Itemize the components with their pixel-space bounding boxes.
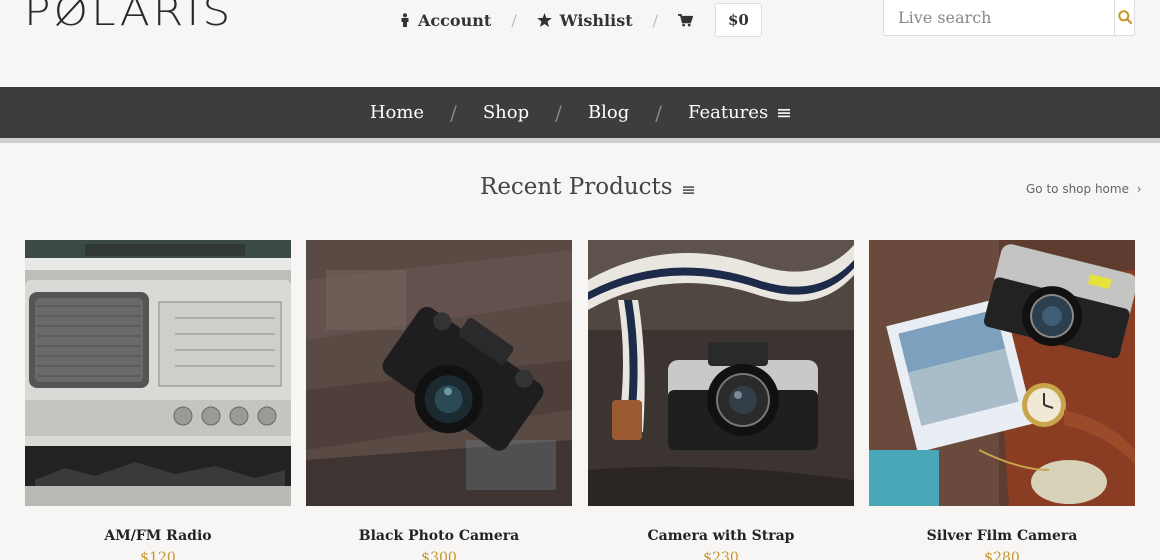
chevron-right-icon: › <box>1136 182 1142 196</box>
user-icon <box>401 13 409 27</box>
product-name[interactable]: Silver Film Camera <box>869 528 1135 544</box>
account-label: Account <box>418 10 492 30</box>
star-icon <box>536 13 552 27</box>
top-links: Account / Wishlist / $0 <box>400 0 762 40</box>
search-icon <box>1117 10 1132 24</box>
cart-link[interactable]: $0 <box>678 3 762 37</box>
product-name[interactable]: AM/FM Radio <box>25 528 291 544</box>
menu-icon <box>778 108 791 117</box>
product-price: $300 <box>421 550 457 560</box>
separator: / <box>511 10 517 30</box>
section-title-text: Recent Products <box>480 174 673 200</box>
product-name[interactable]: Black Photo Camera <box>306 528 572 544</box>
nav-separator: / <box>450 100 457 125</box>
nav-features[interactable]: Features <box>687 102 791 123</box>
search-box <box>883 0 1135 36</box>
product-card[interactable]: Silver Film Camera $280 <box>869 240 1135 560</box>
cart-total[interactable]: $0 <box>714 3 762 37</box>
product-price: $230 <box>703 550 739 560</box>
product-card[interactable]: Camera with Strap $230 <box>588 240 854 560</box>
wishlist-label: Wishlist <box>559 10 633 30</box>
product-card[interactable]: AM/FM Radio $120 <box>25 240 291 560</box>
nav-blog[interactable]: Blog <box>588 102 629 123</box>
section-title: Recent Products <box>480 174 694 200</box>
wishlist-link[interactable]: Wishlist <box>536 10 633 30</box>
nav-home[interactable]: Home <box>370 102 424 123</box>
search-button[interactable] <box>1114 0 1134 35</box>
menu-icon[interactable] <box>682 185 694 195</box>
product-card[interactable]: Black Photo Camera $300 <box>306 240 572 560</box>
product-image-silver-film-camera[interactable] <box>869 240 1135 506</box>
search-input[interactable] <box>884 0 1114 35</box>
product-image-black-camera[interactable] <box>306 240 572 506</box>
cart-icon <box>678 13 693 27</box>
product-image-camera-with-strap[interactable] <box>588 240 854 506</box>
product-name[interactable]: Camera with Strap <box>588 528 854 544</box>
nav-separator: / <box>655 100 662 125</box>
product-image-radio[interactable] <box>25 240 291 506</box>
nav-separator: / <box>555 100 562 125</box>
shop-home-label: Go to shop home <box>1026 182 1129 196</box>
account-link[interactable]: Account <box>400 11 491 30</box>
site-logo[interactable]: PØLARIS <box>24 0 233 35</box>
separator: / <box>652 10 658 30</box>
main-nav: Home / Shop / Blog / Features <box>0 87 1160 143</box>
nav-shop[interactable]: Shop <box>483 102 529 123</box>
product-price: $280 <box>984 550 1020 560</box>
product-price: $120 <box>140 550 176 560</box>
nav-features-label: Features <box>687 102 769 123</box>
shop-home-link[interactable]: Go to shop home › <box>1026 182 1142 196</box>
